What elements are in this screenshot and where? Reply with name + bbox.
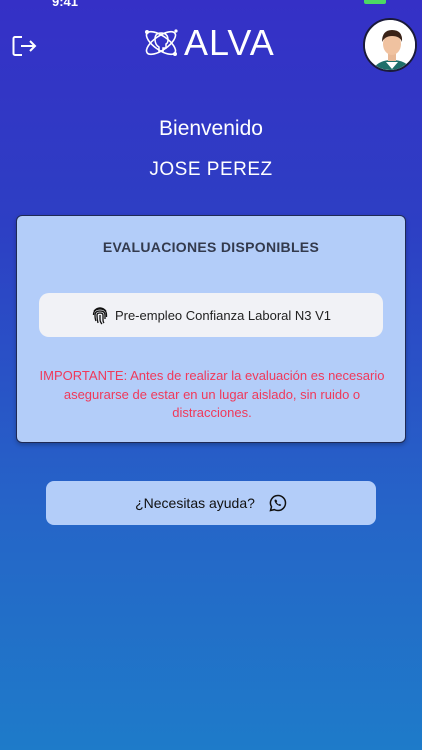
help-button[interactable]: ¿Necesitas ayuda? xyxy=(46,481,376,525)
battery-icon xyxy=(364,0,386,4)
logo-text: ALVA xyxy=(184,22,275,63)
logout-button[interactable] xyxy=(10,32,40,60)
avatar-icon xyxy=(365,20,415,70)
app-logo: ALVA xyxy=(142,20,282,66)
status-bar: 9:41 xyxy=(0,0,422,9)
evaluation-item-label: Pre-empleo Confianza Laboral N3 V1 xyxy=(114,307,332,323)
whatsapp-icon xyxy=(269,494,287,512)
evaluations-card: EVALUACIONES DISPONIBLES Pre-empleo Conf… xyxy=(16,215,406,443)
user-name: JOSE PEREZ xyxy=(149,159,273,180)
fingerprint-icon xyxy=(92,307,108,325)
help-label: ¿Necesitas ayuda? xyxy=(135,495,255,511)
logout-icon xyxy=(12,36,37,56)
evaluation-item-button[interactable]: Pre-empleo Confianza Laboral N3 V1 xyxy=(39,293,383,337)
brain-atom-icon xyxy=(145,29,178,56)
status-time: 9:41 xyxy=(52,0,79,9)
user-avatar[interactable] xyxy=(363,18,417,72)
welcome-greeting: Bienvenido xyxy=(159,117,263,140)
important-notice: IMPORTANTE: Antes de realizar la evaluac… xyxy=(39,368,385,420)
evaluations-title: EVALUACIONES DISPONIBLES xyxy=(102,239,320,255)
